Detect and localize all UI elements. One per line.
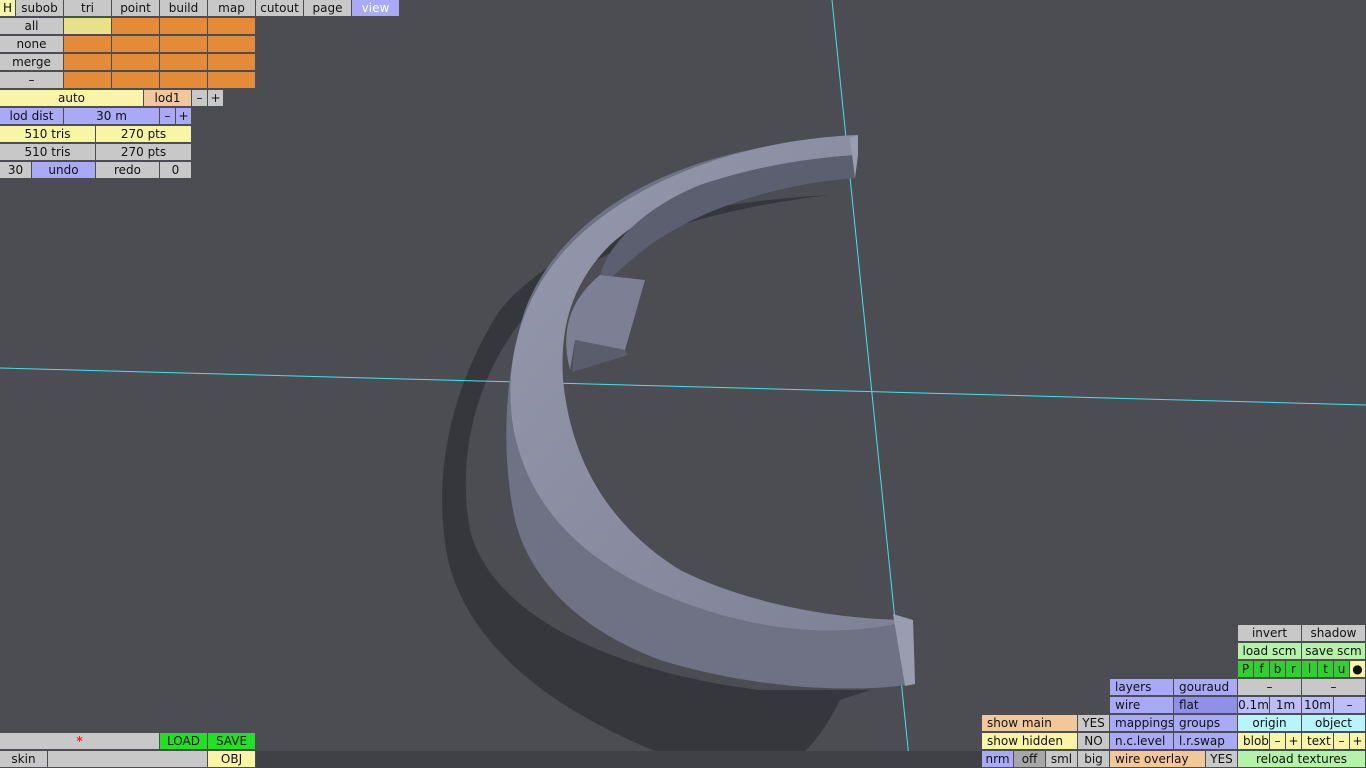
selection-slot[interactable] [160,54,208,71]
undo-count: 30 [0,162,32,179]
load-button[interactable]: LOAD [160,733,208,750]
tab-map[interactable]: map [208,0,256,17]
redo-button[interactable]: redo [96,162,160,179]
selection-slot[interactable] [64,54,112,71]
zoom-minus-button[interactable]: – [1238,679,1302,696]
normal-size-nrm[interactable]: nrm [982,751,1014,768]
selection-slot[interactable] [64,18,112,35]
save-scm-button[interactable]: save scm [1302,643,1366,660]
origin-button[interactable]: origin [1238,715,1302,732]
filename-field[interactable]: * [0,733,160,750]
axis-x [0,367,1366,406]
undo-button[interactable]: undo [32,162,96,179]
grid-step-0-1m[interactable]: 0.1m [1238,697,1270,714]
selection-slot[interactable] [208,54,256,71]
selection-slot[interactable] [208,36,256,53]
selection-slot[interactable] [64,72,112,89]
object-button[interactable]: object [1302,715,1366,732]
tab-cutout[interactable]: cutout [256,0,304,17]
text-plus-button[interactable]: + [1350,733,1366,750]
normal-size-off[interactable]: off [1014,751,1046,768]
viewport-3d[interactable] [0,0,1366,768]
lod-dist-minus-button[interactable]: – [160,108,176,125]
zoom-minus-button-2[interactable]: – [1302,679,1366,696]
show-hidden-value[interactable]: NO [1078,733,1110,750]
lod-select[interactable]: lod1 [144,90,192,107]
selection-slot[interactable] [64,36,112,53]
lod-minus-button[interactable]: – [192,90,208,107]
tab-subob[interactable]: subob [16,0,64,17]
show-hidden-toggle[interactable]: show hidden [982,733,1078,750]
lod-dist-label: lod dist [0,108,64,125]
shadow-button[interactable]: shadow [1302,625,1366,642]
view-top-button[interactable]: t [1318,661,1334,678]
groups-button[interactable]: groups [1174,715,1238,732]
wire-overlay-value[interactable]: YES [1206,751,1238,768]
show-main-toggle[interactable]: show main [982,715,1078,732]
view-front-button[interactable]: f [1254,661,1270,678]
save-button[interactable]: SAVE [208,733,256,750]
view-back-button[interactable]: b [1270,661,1286,678]
show-main-value[interactable]: YES [1078,715,1110,732]
lod-dist-value[interactable]: 30 m [64,108,160,125]
selection-slot[interactable] [160,72,208,89]
normal-size-big[interactable]: big [1078,751,1110,768]
grid-step-10m[interactable]: 10m [1302,697,1334,714]
select-all-button[interactable]: all [0,18,64,35]
view-dot-icon[interactable]: ● [1350,661,1366,678]
blob-minus-button[interactable]: – [1270,733,1286,750]
tab-tri[interactable]: tri [64,0,112,17]
select-minus-button[interactable]: – [0,72,64,89]
total-tri-count: 510 tris [0,144,96,161]
flat-button[interactable]: flat [1174,697,1238,714]
reload-textures-button[interactable]: reload textures [1238,751,1366,768]
blob-button[interactable]: blob [1238,733,1270,750]
selection-slot[interactable] [112,36,160,53]
selection-slot[interactable] [208,72,256,89]
select-none-button[interactable]: none [0,36,64,53]
mappings-button[interactable]: mappings [1110,715,1174,732]
blob-plus-button[interactable]: + [1286,733,1302,750]
selection-slot[interactable] [112,72,160,89]
view-right-button[interactable]: r [1286,661,1302,678]
obj-format-button[interactable]: OBJ [208,751,256,768]
view-left-button[interactable]: l [1302,661,1318,678]
load-scm-button[interactable]: load scm [1238,643,1302,660]
view-under-button[interactable]: u [1334,661,1350,678]
lr-swap-button[interactable]: l.r.swap [1174,733,1238,750]
normal-size-sml[interactable]: sml [1046,751,1078,768]
selection-slot[interactable] [160,36,208,53]
lod-plus-button[interactable]: + [208,90,224,107]
point-count: 270 pts [96,126,192,143]
tab-point[interactable]: point [112,0,160,17]
gouraud-button[interactable]: gouraud [1174,679,1238,696]
wire-button[interactable]: wire [1110,697,1174,714]
tab-build[interactable]: build [160,0,208,17]
text-minus-button[interactable]: – [1334,733,1350,750]
tri-count: 510 tris [0,126,96,143]
lod-dist-plus-button[interactable]: + [176,108,192,125]
lod-auto-button[interactable]: auto [0,90,144,107]
view-perspective-button[interactable]: P [1238,661,1254,678]
selection-slot[interactable] [112,54,160,71]
hide-panels-button[interactable]: H [0,0,16,17]
redo-count: 0 [160,162,192,179]
skin-button[interactable]: skin [0,751,48,768]
grid-step-minus[interactable]: – [1334,697,1366,714]
tab-page[interactable]: page [304,0,352,17]
grid-step-1m[interactable]: 1m [1270,697,1302,714]
skin-field[interactable] [48,751,208,768]
selection-slot[interactable] [208,18,256,35]
text-button[interactable]: text [1302,733,1334,750]
layers-button[interactable]: layers [1110,679,1174,696]
selection-slot[interactable] [112,18,160,35]
selection-slot[interactable] [160,18,208,35]
wire-overlay-toggle[interactable]: wire overlay [1110,751,1206,768]
tab-view[interactable]: view [352,0,400,17]
merge-button[interactable]: merge [0,54,64,71]
total-point-count: 270 pts [96,144,192,161]
nc-level-button[interactable]: n.c.level [1110,733,1174,750]
modified-indicator: * [76,734,83,748]
invert-button[interactable]: invert [1238,625,1302,642]
